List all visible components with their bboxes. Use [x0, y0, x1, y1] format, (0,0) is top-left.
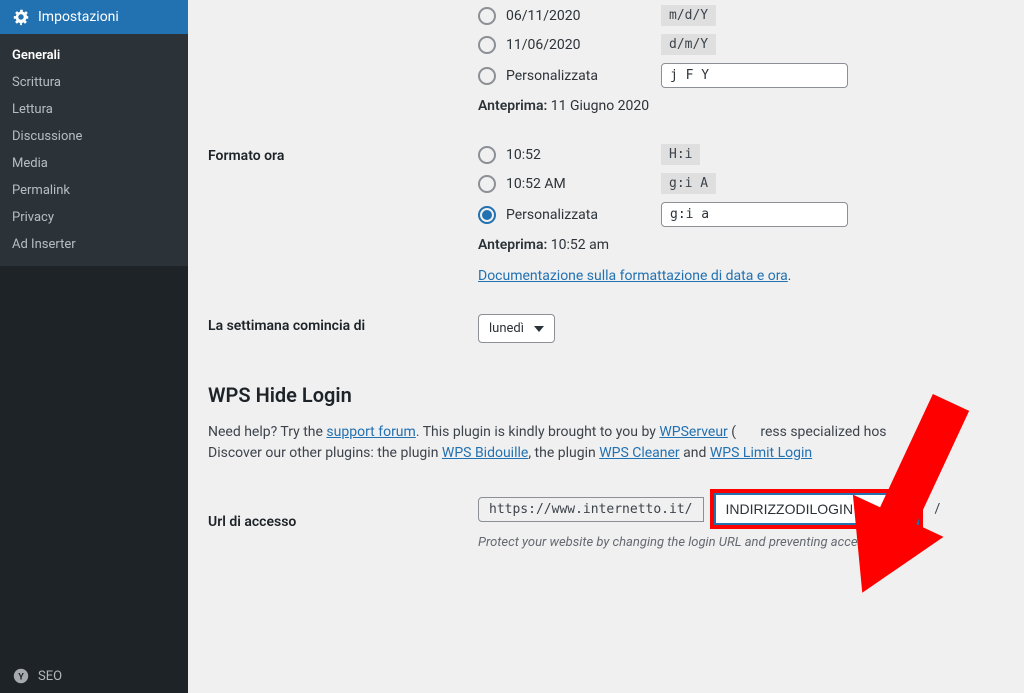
date-preview: Anteprima: 11 Giugno 2020	[478, 98, 1004, 114]
sidebar-item-privacy[interactable]: Privacy	[0, 204, 188, 231]
week-start-label: La settimana comincia di	[208, 314, 478, 334]
time-format-option-12h[interactable]: 10:52 AM g:i A	[478, 173, 1004, 194]
time-format-option-custom[interactable]: Personalizzata	[478, 202, 1004, 227]
login-url-label: Url di accesso	[208, 510, 478, 530]
radio-icon	[478, 146, 496, 164]
date-format-option-custom[interactable]: Personalizzata	[478, 63, 1004, 88]
sidebar-item-permalink[interactable]: Permalink	[0, 177, 188, 204]
format-code: g:i A	[661, 173, 716, 194]
sidebar-item-media[interactable]: Media	[0, 150, 188, 177]
format-code: m/d/Y	[661, 5, 716, 26]
radio-icon	[478, 67, 496, 85]
time-custom-input[interactable]	[661, 202, 848, 227]
date-custom-input[interactable]	[661, 63, 848, 88]
time-format-label: Formato ora	[208, 144, 478, 164]
svg-text:Y: Y	[18, 673, 24, 683]
time-preview: Anteprima: 10:52 am	[478, 237, 1004, 253]
cleaner-link[interactable]: WPS Cleaner	[599, 445, 680, 461]
login-url-input[interactable]	[714, 493, 919, 525]
settings-icon	[12, 8, 30, 26]
sidebar-item-seo[interactable]: Y SEO	[0, 659, 188, 693]
radio-icon	[478, 7, 496, 25]
week-start-select[interactable]: lunedì	[478, 314, 555, 343]
sidebar-item-discussione[interactable]: Discussione	[0, 123, 188, 150]
radio-icon	[478, 36, 496, 54]
date-format-option-mdy[interactable]: 06/11/2020 m/d/Y	[478, 5, 1004, 26]
radio-icon	[478, 175, 496, 193]
date-format-option-dmy[interactable]: 11/06/2020 d/m/Y	[478, 34, 1004, 55]
wpserveur-link[interactable]: WPServeur	[659, 424, 727, 440]
radio-icon-checked	[478, 206, 496, 224]
wps-section-title: WPS Hide Login	[208, 383, 1004, 407]
sidebar-current-label: Impostazioni	[38, 9, 119, 25]
sidebar-current-settings[interactable]: Impostazioni	[0, 0, 188, 34]
limit-login-link[interactable]: WPS Limit Login	[710, 445, 812, 461]
format-code: d/m/Y	[661, 34, 716, 55]
sidebar-item-generali[interactable]: Generali	[0, 42, 188, 69]
wps-help-text: Need help? Try the support forum. This p…	[208, 422, 1004, 464]
sidebar-submenu: Generali Scrittura Lettura Discussione M…	[0, 34, 188, 266]
login-url-description: Protect your website by changing the log…	[478, 535, 1004, 550]
format-code: H:i	[661, 144, 700, 165]
bidouille-link[interactable]: WPS Bidouille	[442, 445, 528, 461]
url-suffix-text: /	[929, 501, 947, 517]
settings-content: 06/11/2020 m/d/Y 11/06/2020 d/m/Y Person…	[188, 0, 1024, 693]
time-format-option-24h[interactable]: 10:52 H:i	[478, 144, 1004, 165]
datetime-doc-link[interactable]: Documentazione sulla formattazione di da…	[478, 268, 788, 284]
support-forum-link[interactable]: support forum	[326, 424, 415, 440]
admin-sidebar: Impostazioni Generali Scrittura Lettura …	[0, 0, 188, 693]
sidebar-item-lettura[interactable]: Lettura	[0, 96, 188, 123]
url-prefix-text: https://www.internetto.it/	[478, 497, 704, 522]
seo-icon: Y	[12, 667, 30, 685]
sidebar-item-adinserter[interactable]: Ad Inserter	[0, 231, 188, 258]
sidebar-item-scrittura[interactable]: Scrittura	[0, 69, 188, 96]
login-url-highlight	[710, 489, 923, 529]
